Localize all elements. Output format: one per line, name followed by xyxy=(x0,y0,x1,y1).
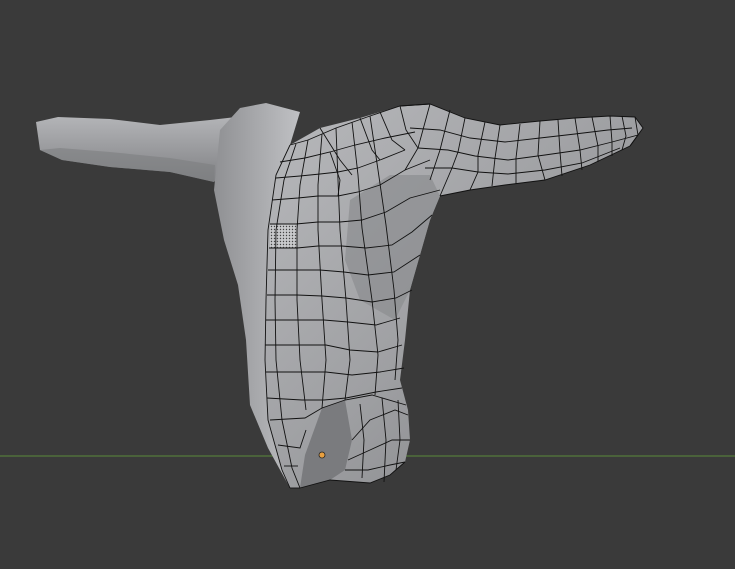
selected-face[interactable] xyxy=(270,224,297,248)
object-origin-dot[interactable] xyxy=(318,451,326,459)
mesh-object[interactable] xyxy=(36,103,644,489)
viewport-canvas[interactable] xyxy=(0,0,735,569)
3d-viewport[interactable] xyxy=(0,0,735,569)
